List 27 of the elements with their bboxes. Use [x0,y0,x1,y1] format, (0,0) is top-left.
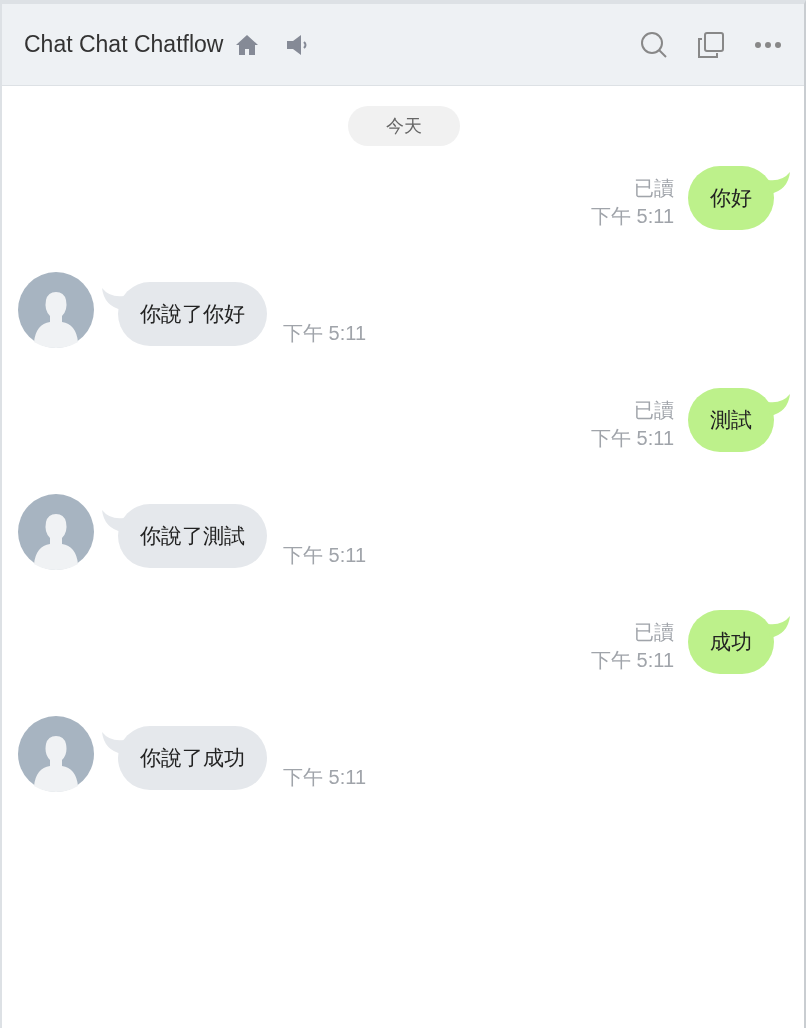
chat-title: Chat Chat Chatflow [24,31,224,58]
bubble-tail-icon [768,394,790,416]
message-bubble: 你說了成功 [118,726,267,790]
avatar-icon [18,716,94,792]
read-receipt: 已讀 [634,176,674,200]
date-divider: 今天 [348,106,460,146]
message-bubble: 你好 [688,166,774,230]
message-time: 下午 5:11 [591,426,674,450]
message-time: 下午 5:11 [591,204,674,228]
bubble-tail-icon [768,616,790,638]
avatar-icon [18,272,94,348]
message-bubble: 成功 [688,610,774,674]
message-time: 下午 5:11 [283,765,366,790]
message-bubble: 測試 [688,388,774,452]
message-time: 下午 5:11 [283,321,366,346]
message-bubble: 你說了你好 [118,282,267,346]
message-time: 下午 5:11 [283,543,366,568]
search-button[interactable] [640,30,668,59]
message-time: 下午 5:11 [591,648,674,672]
read-receipt: 已讀 [634,398,674,422]
read-receipt: 已讀 [634,620,674,644]
message-bubble: 你說了測試 [118,504,267,568]
more-button[interactable] [754,40,782,49]
bubble-tail-icon [768,172,790,194]
window-button[interactable] [698,31,724,58]
home-icon [235,33,260,56]
avatar-icon [18,494,94,570]
